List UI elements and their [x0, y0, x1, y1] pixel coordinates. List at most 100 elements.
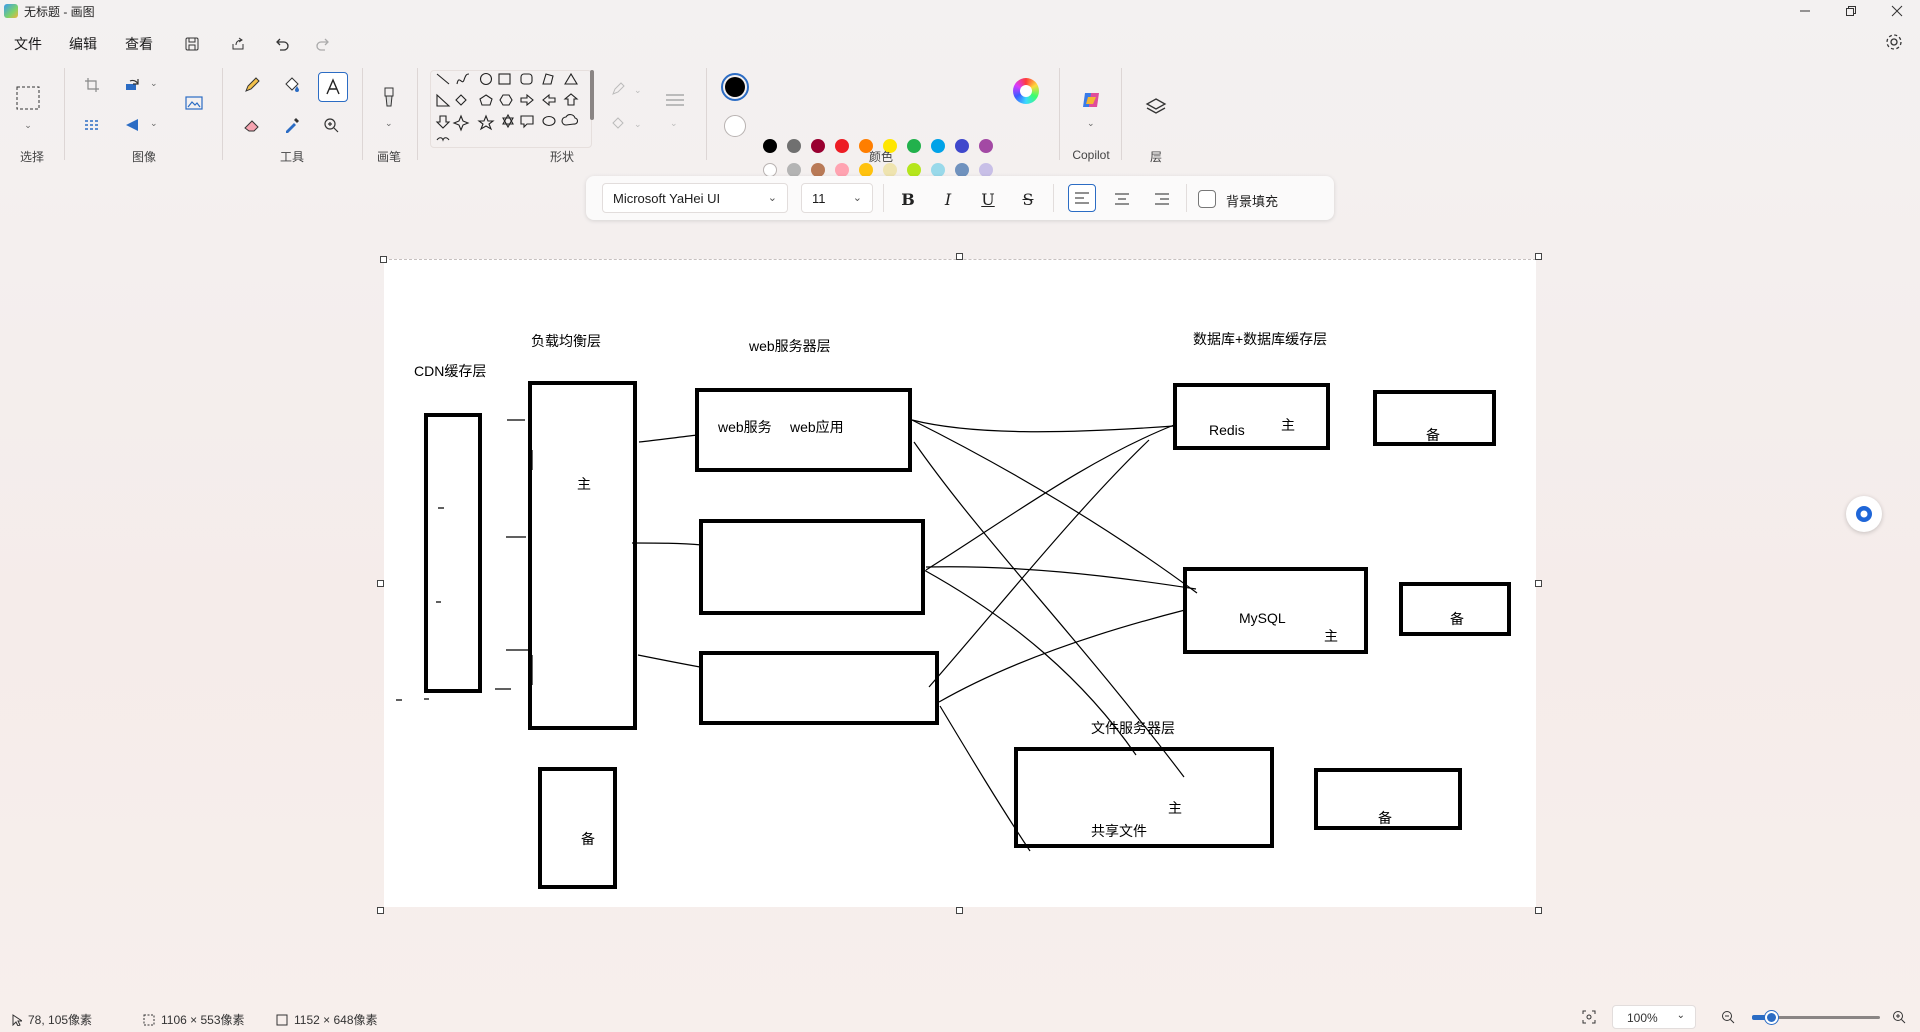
color-swatch[interactable] — [787, 163, 801, 177]
resize-handle-top-right[interactable] — [1535, 253, 1542, 260]
flip-button[interactable] — [120, 112, 146, 138]
image-select-button[interactable] — [181, 90, 207, 116]
color-swatch[interactable] — [979, 139, 993, 153]
lines-icon — [666, 94, 684, 106]
color-swatch[interactable] — [787, 139, 801, 153]
resize-button[interactable] — [79, 112, 105, 138]
underline-button[interactable]: U — [974, 185, 1002, 213]
shapes-gallery — [430, 70, 592, 148]
bold-button[interactable]: B — [894, 185, 922, 213]
layers-button[interactable] — [1143, 94, 1169, 120]
label-redis-main: 主 — [1281, 417, 1295, 433]
magnifier-button[interactable] — [318, 112, 344, 138]
copilot-chat-button[interactable] — [1846, 496, 1882, 532]
chevron-down-icon[interactable]: ⌄ — [385, 118, 393, 129]
drawing-canvas[interactable]: CDN缓存层 负载均衡层 web服务器层 数据库+数据库缓存层 web服务 we… — [384, 259, 1536, 907]
redo-button[interactable] — [311, 32, 335, 56]
color-swatch[interactable] — [931, 139, 945, 153]
color-swatch[interactable] — [811, 163, 825, 177]
italic-button[interactable]: I — [934, 185, 962, 213]
background-fill-checkbox[interactable] — [1198, 190, 1216, 208]
color-swatch[interactable] — [835, 139, 849, 153]
color-swatch[interactable] — [883, 163, 897, 177]
color-swatch[interactable] — [859, 163, 873, 177]
color-swatch[interactable] — [955, 163, 969, 177]
curve-shape-icon — [456, 73, 470, 85]
share-icon — [232, 37, 244, 50]
font-size-select[interactable]: 11 ⌄ — [801, 183, 873, 213]
select-dropdown-button[interactable]: ⌄ — [15, 118, 41, 132]
select-tool-button[interactable] — [14, 84, 42, 112]
resize-handle-bottom[interactable] — [956, 907, 963, 914]
fill-tool-button[interactable] — [279, 72, 305, 98]
zoom-level-select[interactable]: 100% ⌄ — [1612, 1005, 1696, 1029]
connector-line — [938, 609, 1186, 703]
copilot-button[interactable] — [1077, 86, 1105, 114]
undo-button[interactable] — [270, 32, 294, 56]
secondary-color-button[interactable] — [724, 115, 746, 137]
color-swatch[interactable] — [907, 139, 921, 153]
menu-file[interactable]: 文件 — [14, 34, 42, 54]
zoom-out-button[interactable] — [1721, 1010, 1735, 1027]
chevron-down-icon[interactable]: ⌄ — [150, 118, 158, 129]
canvas-drawing: CDN缓存层 负载均衡层 web服务器层 数据库+数据库缓存层 web服务 we… — [396, 331, 1511, 889]
connector-line — [911, 419, 1175, 433]
color-swatch[interactable] — [763, 163, 777, 177]
svg-text:⌄: ⌄ — [634, 85, 642, 95]
resize-handle-bottom-right[interactable] — [1535, 907, 1542, 914]
font-family-select[interactable]: Microsoft YaHei UI ⌄ — [602, 183, 788, 213]
restore-button[interactable] — [1828, 0, 1874, 22]
color-swatch[interactable] — [811, 139, 825, 153]
zoom-slider-thumb[interactable] — [1765, 1011, 1778, 1024]
shape-fill-icon: ⌄ — [612, 117, 642, 129]
align-left-button[interactable] — [1068, 184, 1096, 212]
shape-style-button[interactable] — [660, 86, 690, 116]
chevron-down-icon[interactable]: ⌄ — [1087, 118, 1095, 129]
menu-edit[interactable]: 编辑 — [69, 34, 97, 54]
eraser-tool-button[interactable] — [239, 112, 265, 138]
color-swatch[interactable] — [979, 163, 993, 177]
align-center-button[interactable] — [1108, 185, 1136, 213]
resize-handle-left[interactable] — [377, 580, 384, 587]
align-right-button[interactable] — [1148, 185, 1176, 213]
rotate-button[interactable] — [120, 72, 146, 98]
crop-button[interactable] — [79, 72, 105, 98]
dash-mark — [396, 419, 528, 701]
fill-shape-button[interactable]: ⌄ — [607, 110, 647, 136]
resize-handle-right[interactable] — [1535, 580, 1542, 587]
menu-view[interactable]: 查看 — [125, 34, 153, 54]
align-left-icon — [1075, 192, 1089, 204]
share-button[interactable] — [226, 32, 250, 56]
minimize-button[interactable] — [1782, 0, 1828, 22]
brushes-button[interactable] — [376, 84, 402, 110]
color-swatch[interactable] — [835, 163, 849, 177]
resize-handle-bottom-left[interactable] — [377, 907, 384, 914]
chevron-down-icon[interactable]: ⌄ — [150, 78, 158, 89]
color-swatch[interactable] — [955, 139, 969, 153]
connector-line — [925, 566, 1197, 590]
fit-to-window-button[interactable] — [1582, 1010, 1596, 1027]
color-picker-button[interactable] — [279, 112, 305, 138]
shapes-scrollbar[interactable] — [590, 70, 594, 120]
resize-handle-top[interactable] — [956, 253, 963, 260]
text-tool-button[interactable] — [318, 72, 348, 102]
pencil-tool-button[interactable] — [239, 72, 265, 98]
color-swatch[interactable] — [931, 163, 945, 177]
primary-color-button[interactable] — [721, 73, 749, 101]
edit-colors-button[interactable] — [1013, 78, 1039, 104]
resize-handle-top-left[interactable] — [380, 256, 387, 263]
redis-main-box — [1173, 383, 1330, 450]
color-swatch[interactable] — [763, 139, 777, 153]
settings-button[interactable] — [1884, 32, 1906, 54]
strikethrough-button[interactable]: S — [1014, 185, 1042, 213]
color-swatch[interactable] — [907, 163, 921, 177]
close-button[interactable] — [1874, 0, 1920, 22]
shapes-icons — [435, 72, 579, 142]
chevron-down-icon[interactable]: ⌄ — [670, 118, 678, 129]
save-button[interactable] — [180, 32, 204, 56]
canvas-size: 1152 × 648像素 — [276, 1011, 378, 1028]
menu-bar: 文件 编辑 查看 — [0, 28, 1920, 58]
outline-button[interactable]: ⌄ — [607, 76, 647, 102]
zoom-in-button[interactable] — [1892, 1010, 1906, 1027]
label-file-backup: 备 — [1378, 810, 1392, 826]
